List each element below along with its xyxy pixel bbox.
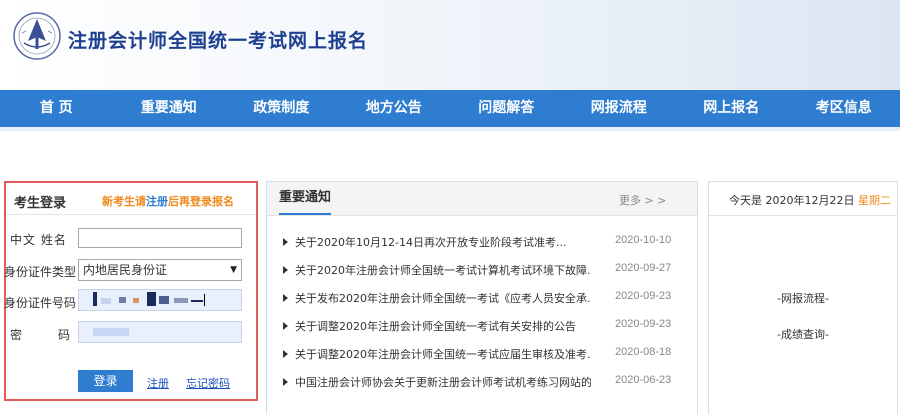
password-input[interactable] <box>78 321 242 343</box>
id-type-select[interactable]: 内地居民身份证 ▼ <box>78 259 242 281</box>
bullet-icon <box>283 350 288 358</box>
notice-date: 2020-10-10 <box>615 234 671 246</box>
id-type-selected-value: 内地居民身份证 <box>83 263 167 277</box>
bullet-icon <box>283 266 288 274</box>
id-number-input[interactable] <box>78 289 242 311</box>
site-title: 注册会计师全国统一考试网上报名 <box>68 26 368 53</box>
bullet-icon <box>283 294 288 302</box>
redacted-mark <box>93 328 129 336</box>
redacted-mark <box>174 298 188 303</box>
nav-item-policies[interactable]: 政策制度 <box>225 90 338 127</box>
notice-item[interactable]: 关于调整2020年注册会计师全国统一考试有关安排的公告 2020-09-23 <box>283 316 683 336</box>
name-input[interactable] <box>78 228 242 248</box>
forgot-password-link[interactable]: 忘记密码 <box>186 375 230 391</box>
nav-item-exam-area-info[interactable]: 考区信息 <box>788 90 900 127</box>
text-cursor <box>204 294 205 306</box>
register-hint-suffix: 后再登录报名 <box>168 195 234 208</box>
redacted-mark <box>191 300 203 302</box>
notice-date: 2020-06-23 <box>615 374 671 386</box>
notice-date: 2020-09-23 <box>615 290 671 302</box>
nav-item-home[interactable]: 首 页 <box>0 90 113 127</box>
nav-divider <box>0 127 900 131</box>
register-link[interactable]: 注册 <box>147 375 169 391</box>
bullet-icon <box>283 378 288 386</box>
register-hint: 新考生请注册后再登录报名 <box>102 193 234 209</box>
site-header: 注册会计师全国统一考试网上报名 <box>0 0 900 90</box>
login-button[interactable]: 登录 <box>78 370 133 392</box>
more-link[interactable]: 更多 > > <box>619 192 666 208</box>
today-date: 今天是 2020年12月22日 星期二 <box>729 192 891 208</box>
redacted-mark <box>93 292 97 306</box>
notice-item[interactable]: 关于发布2020年注册会计师全国统一考试《应考人员安全承... 2020-09-… <box>283 288 683 308</box>
side-panel: 今天是 2020年12月22日 星期二 -网报流程- -成绩查询- <box>708 181 898 414</box>
register-hint-link[interactable]: 注册 <box>146 195 168 208</box>
weekday: 星期二 <box>858 194 891 207</box>
name-label: 中文 姓名 <box>10 231 67 248</box>
notice-title[interactable]: 关于调整2020年注册会计师全国统一考试有关安排的公告 <box>295 318 591 334</box>
redacted-mark <box>101 298 111 304</box>
nav-item-online-registration[interactable]: 网上报名 <box>675 90 788 127</box>
main-nav: 首 页 重要通知 政策制度 地方公告 问题解答 网报流程 网上报名 考区信息 <box>0 90 900 127</box>
cicpa-logo-icon[interactable] <box>12 11 62 61</box>
notice-title[interactable]: 关于调整2020年注册会计师全国统一考试应届生审核及准考... <box>295 346 591 362</box>
chevron-down-icon: ▼ <box>230 260 237 280</box>
bullet-icon <box>283 238 288 246</box>
password-label-1: 密 <box>10 326 22 343</box>
notice-item[interactable]: 关于调整2020年注册会计师全国统一考试应届生审核及准考... 2020-08-… <box>283 344 683 364</box>
score-query-link[interactable]: -成绩查询- <box>709 326 897 342</box>
login-title: 考生登录 <box>14 192 66 211</box>
notice-title[interactable]: 关于2020年注册会计师全国统一考试计算机考试环境下故障... <box>295 262 591 278</box>
nav-item-registration-process[interactable]: 网报流程 <box>563 90 676 127</box>
id-number-label: 身份证件号码 <box>4 294 76 311</box>
nav-item-faq[interactable]: 问题解答 <box>450 90 563 127</box>
register-hint-prefix: 新考生请 <box>102 195 146 208</box>
notices-panel: 重要通知 更多 > > 关于2020年10月12-14日再次开放专业阶段考试准考… <box>266 181 698 414</box>
password-label-2: 码 <box>58 326 70 343</box>
notice-item[interactable]: 关于2020年10月12-14日再次开放专业阶段考试准考... 2020-10-… <box>283 232 683 252</box>
redacted-mark <box>133 298 139 303</box>
redacted-mark <box>147 292 156 306</box>
notice-item[interactable]: 关于2020年注册会计师全国统一考试计算机考试环境下故障... 2020-09-… <box>283 260 683 280</box>
notice-item[interactable]: 中国注册会计师协会关于更新注册会计师考试机考练习网站的公... 2020-06-… <box>283 372 683 392</box>
nav-item-local-announcements[interactable]: 地方公告 <box>338 90 451 127</box>
notice-date: 2020-08-18 <box>615 346 671 358</box>
nav-item-important-notices[interactable]: 重要通知 <box>113 90 226 127</box>
redacted-mark <box>159 296 169 304</box>
notice-title[interactable]: 关于发布2020年注册会计师全国统一考试《应考人员安全承... <box>295 290 591 306</box>
bullet-icon <box>283 322 288 330</box>
side-panel-header: 今天是 2020年12月22日 星期二 <box>709 182 897 216</box>
notice-date: 2020-09-23 <box>615 318 671 330</box>
notice-title[interactable]: 中国注册会计师协会关于更新注册会计师考试机考练习网站的公... <box>295 374 591 390</box>
notices-header: 重要通知 更多 > > <box>267 182 697 216</box>
today-date-text: 今天是 2020年12月22日 <box>729 194 858 207</box>
redacted-mark <box>119 297 126 303</box>
notices-title: 重要通知 <box>279 182 331 215</box>
registration-process-link[interactable]: -网报流程- <box>709 290 897 306</box>
notice-date: 2020-09-27 <box>615 262 671 274</box>
login-panel: 考生登录 新考生请注册后再登录报名 中文 姓名 身份证件类型 内地居民身份证 ▼… <box>4 181 258 401</box>
login-panel-header: 考生登录 新考生请注册后再登录报名 <box>6 183 256 215</box>
notice-title[interactable]: 关于2020年10月12-14日再次开放专业阶段考试准考... <box>295 234 591 250</box>
id-type-label: 身份证件类型 <box>4 263 76 280</box>
